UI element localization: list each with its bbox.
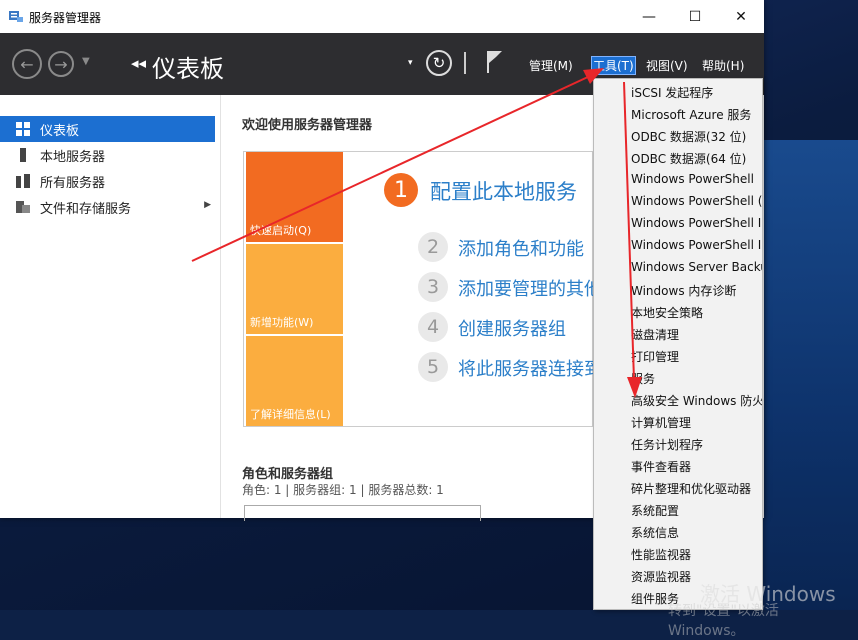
tools-menu-item[interactable]: 磁盘清理 [631,326,679,343]
role-card[interactable] [244,505,481,521]
menu-help[interactable]: 帮助(H) [702,57,744,74]
menu-tools[interactable]: 工具(T) [591,56,636,75]
dashboard-icon [16,122,30,136]
tools-menu-item[interactable]: Windows PowerShell ISE [631,216,762,230]
sidebar-item-local-server[interactable]: 本地服务器 [0,142,215,168]
tools-menu-item[interactable]: 性能监视器 [631,546,691,563]
server-icon [20,148,26,162]
page-title: 仪表板 [152,55,224,83]
activation-watermark-hint: 转到"设置"以激活 Windows。 [668,603,779,639]
step-number: 2 [418,232,448,262]
menu-view[interactable]: 视图(V) [646,57,688,74]
tools-menu-item[interactable]: 打印管理 [631,348,679,365]
sidebar-item-label: 所有服务器 [40,175,106,191]
tools-menu-item[interactable]: 碎片整理和优化驱动器 [631,480,751,497]
tools-menu-item[interactable]: Windows PowerShell [631,172,754,186]
tile-label: 新增功能(W) [250,316,314,329]
tools-menu-item[interactable]: ODBC 数据源(64 位) [631,150,746,167]
sidebar-item-label: 本地服务器 [40,149,106,165]
maximize-button[interactable]: ☐ [672,0,718,33]
title-bar: 服务器管理器 — ☐ ✕ [0,0,764,33]
sidebar-item-dashboard[interactable]: 仪表板 [0,116,215,142]
storage-icon [16,201,30,213]
close-button[interactable]: ✕ [718,0,764,33]
forward-arrow-icon[interactable]: → [48,51,74,77]
chevron-right-icon[interactable]: ▶ [204,200,211,210]
menu-manage[interactable]: 管理(M) [529,57,573,74]
tools-menu-item[interactable]: Windows PowerShell (x86) [631,194,762,208]
welcome-tile-panel: 快速启动(Q) 新增功能(W) 了解详细信息(L) 1 配置此本地服务 2 添加… [243,151,602,427]
step-link-connect-cloud[interactable]: 将此服务器连接到 [458,355,602,381]
notifications-flag-icon[interactable] [484,49,504,75]
roles-section-title: 角色和服务器组 [242,467,334,482]
tools-menu-item[interactable]: 任务计划程序 [631,436,703,453]
tools-menu-item[interactable]: 系统配置 [631,502,679,519]
back-arrow-icon[interactable]: ← [12,49,42,79]
tools-menu-item[interactable]: 事件查看器 [631,458,691,475]
tools-menu-item[interactable]: 服务 [631,370,655,387]
tools-menu-item[interactable]: 高级安全 Windows 防火墙 [631,392,762,409]
tools-dropdown-menu: iSCSI 发起程序 Microsoft Azure 服务 ODBC 数据源(32 … [593,78,763,610]
toolbar-separator [464,52,466,74]
sidebar-item-all-servers[interactable]: 所有服务器 [0,168,215,194]
refresh-icon[interactable]: ↻ [426,50,452,76]
tools-menu-item[interactable]: 系统信息 [631,524,679,541]
step-link-add-roles[interactable]: 添加角色和功能 [458,235,584,261]
sidebar-item-file-storage[interactable]: 文件和存储服务 ▶ [0,194,215,220]
step-link-create-group[interactable]: 创建服务器组 [458,315,566,341]
sidebar-item-label: 仪表板 [40,123,80,139]
tile-label: 了解详细信息(L) [250,408,331,421]
step-number: 3 [418,272,448,302]
tools-menu-item[interactable]: ODBC 数据源(32 位) [631,128,746,145]
servers-icon [16,174,30,188]
tools-menu-item[interactable]: 本地安全策略 [631,304,703,321]
sidebar-item-label: 文件和存储服务 [40,201,132,217]
tools-menu-item[interactable]: Windows PowerShell ISE (x86) [631,238,762,252]
tools-menu-item[interactable]: 计算机管理 [631,414,691,431]
welcome-heading: 欢迎使用服务器管理器 [242,118,373,133]
step-number: 5 [418,352,448,382]
server-manager-app-icon [9,11,23,22]
roles-summary: 角色: 1 | 服务器组: 1 | 服务器总数: 1 [242,483,444,497]
step-number: 4 [418,312,448,342]
tools-menu-item[interactable]: Windows 内存诊断 [631,282,736,299]
breadcrumb-arrow-icon: ◂◂ [131,54,147,72]
tile-quick-start[interactable]: 快速启动(Q) [246,152,343,242]
tools-menu-item[interactable]: Microsoft Azure 服务 [631,106,751,123]
tile-whats-new[interactable]: 新增功能(W) [246,244,343,334]
step-number: 1 [384,173,418,207]
tile-learn-more[interactable]: 了解详细信息(L) [246,336,343,426]
nav-history-dropdown-icon[interactable]: ▼ [82,56,90,67]
window-title: 服务器管理器 [29,11,102,25]
tools-menu-item[interactable]: iSCSI 发起程序 [631,84,713,101]
step-link-add-servers[interactable]: 添加要管理的其他 [458,275,602,301]
tools-menu-item[interactable]: Windows Server Backup [631,260,762,274]
refresh-dropdown-icon[interactable]: ▾ [408,58,413,68]
tools-menu-item[interactable]: 资源监视器 [631,568,691,585]
step-link-configure-local-server[interactable]: 配置此本地服务 [430,176,577,206]
tile-label: 快速启动(Q) [250,224,312,237]
sidebar: 仪表板 本地服务器 所有服务器 文件和存储服务 ▶ [0,95,221,518]
minimize-button[interactable]: — [626,0,672,33]
